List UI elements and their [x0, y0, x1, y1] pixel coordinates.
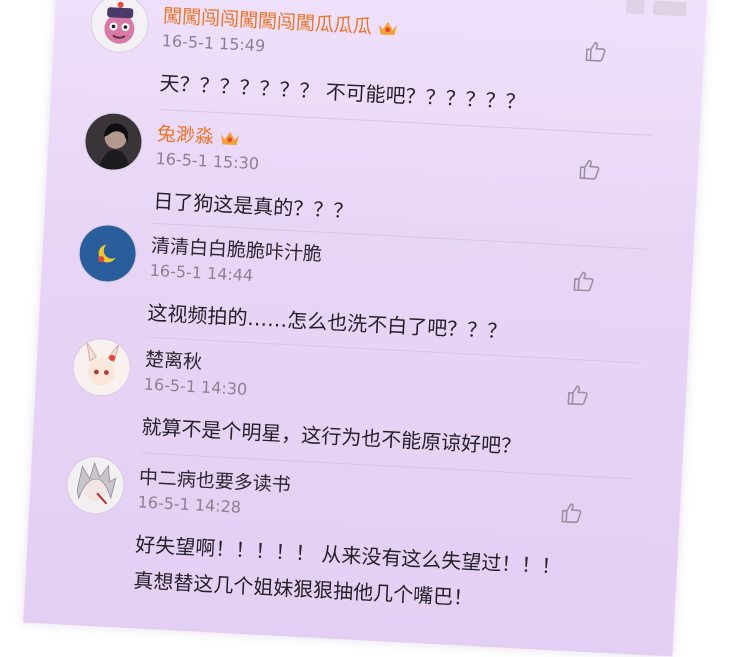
user-avatar[interactable]: [77, 222, 139, 284]
user-name[interactable]: 中二病也要多读书: [138, 462, 291, 497]
comment-item: 兔渺淼 16-5-1 15:30 日了狗这是真的？？？: [50, 109, 699, 250]
comment-item: 中二病也要多读书 16-5-1 14:28 好失望啊！！！！！ 从来没有这么失望…: [32, 453, 681, 610]
comment-item: 闖闖闯闯闖闖闯闖瓜瓜瓜 16-5-1 15:49 天？？？？？？？ 不可能吧？？…: [56, 0, 705, 136]
vip-crown-icon: [377, 18, 398, 41]
user-name-text: 中二病也要多读书: [138, 466, 292, 497]
qing-official-cartoon-avatar-icon: [90, 0, 150, 54]
dark-portrait-avatar-icon: [84, 112, 143, 172]
vip-crown-icon: [219, 128, 240, 151]
comment-time: 16-5-1 15:49: [161, 31, 266, 56]
comment-time: 16-5-1 14:44: [149, 260, 254, 286]
like-thumb-icon[interactable]: [571, 269, 596, 294]
like-thumb-icon[interactable]: [565, 383, 590, 408]
user-name-text: 楚离秋: [144, 348, 203, 374]
like-thumb-icon[interactable]: [583, 39, 608, 64]
comment-time: 16-5-1 15:30: [155, 148, 260, 174]
comment-panel: 闖闖闯闯闖闖闯闖瓜瓜瓜 16-5-1 15:49 天？？？？？？？ 不可能吧？？…: [23, 0, 707, 657]
anime-silver-hair-avatar-icon: [66, 455, 125, 515]
comment-text: 好失望啊！！！！！ 从来没有这么失望过！！！ 真想替这几个姐妹狠狠抽他几个嘴巴！: [133, 526, 563, 620]
comment-item: 清清白白脆脆咔汁脆 16-5-1 14:44 这视频拍的……怎么也洗不白了吧？？…: [44, 221, 693, 364]
comment-text: 这视频拍的……怎么也洗不白了吧？？？: [146, 300, 508, 344]
comment-text: 日了狗这是真的？？？: [152, 188, 354, 224]
top-bar-partial: [625, 0, 687, 17]
like-thumb-icon[interactable]: [577, 157, 602, 182]
comment-time: 16-5-1 14:30: [143, 374, 248, 399]
user-name-text: 兔渺淼: [156, 122, 215, 148]
user-avatar[interactable]: [82, 111, 144, 173]
user-avatar[interactable]: [64, 454, 126, 516]
user-avatar[interactable]: [71, 336, 133, 398]
user-name[interactable]: 兔渺淼: [156, 119, 240, 151]
comment-time: 16-5-1 14:28: [137, 492, 242, 517]
blue-moon-bird-avatar-icon: [78, 224, 138, 283]
like-thumb-icon[interactable]: [559, 500, 584, 525]
user-avatar[interactable]: [89, 0, 151, 55]
anime-bunny-girl-avatar-icon: [72, 337, 132, 397]
user-name[interactable]: 楚离秋: [144, 345, 203, 375]
user-name-text: 清清白白脆脆咔汁脆: [150, 234, 323, 266]
